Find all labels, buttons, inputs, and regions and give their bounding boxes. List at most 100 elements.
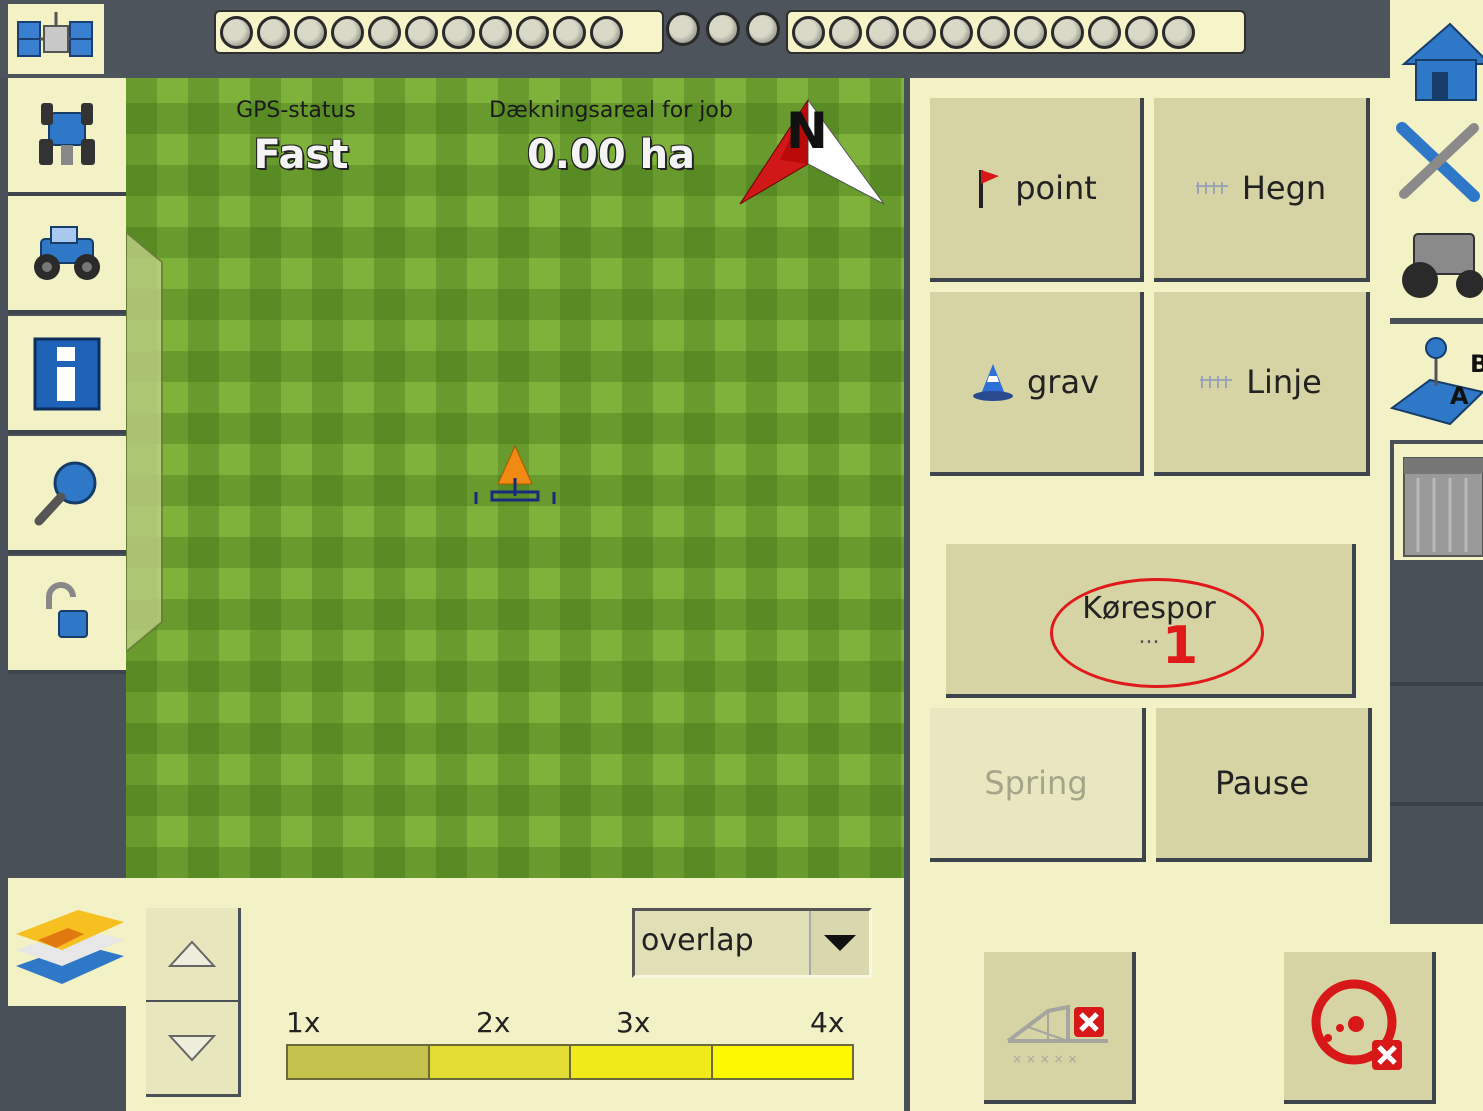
led-indicator bbox=[331, 15, 364, 49]
pause-label: Pause bbox=[1214, 764, 1310, 802]
grav-label: grav bbox=[1026, 363, 1099, 401]
pause-button[interactable]: Pause bbox=[1156, 708, 1372, 862]
led-strip-left bbox=[214, 10, 664, 54]
overlap-scale-bar bbox=[286, 1044, 854, 1080]
unlock-button[interactable] bbox=[8, 556, 126, 674]
fence-icon bbox=[1195, 182, 1228, 194]
linje-label: Linje bbox=[1246, 363, 1322, 401]
field-map[interactable]: GPS-status Fast Dækningsareal for job 0.… bbox=[126, 78, 904, 878]
gps-status-label: GPS-status bbox=[236, 98, 356, 123]
search-icon bbox=[34, 461, 97, 526]
led-indicator bbox=[442, 15, 475, 49]
traffic-cone-icon bbox=[972, 364, 1013, 401]
bottom-action-bar: × × × × × bbox=[910, 924, 1483, 1111]
led-indicator bbox=[977, 15, 1010, 49]
dropdown-arrow-icon bbox=[824, 935, 856, 951]
led-indicator bbox=[553, 15, 586, 49]
layer-select[interactable]: overlap bbox=[632, 908, 872, 978]
vehicle-marker bbox=[470, 442, 560, 512]
tractor-icon bbox=[34, 226, 100, 280]
coverage-label: Dækningsareal for job bbox=[489, 98, 733, 123]
tractor-button[interactable] bbox=[8, 196, 126, 314]
led-indicator bbox=[516, 15, 549, 49]
led-indicator bbox=[590, 15, 623, 49]
layer-panel-spacer bbox=[8, 1006, 126, 1111]
compass-letter: N bbox=[786, 102, 828, 160]
scale-label-4x: 4x bbox=[810, 1006, 845, 1039]
line-icon bbox=[1200, 376, 1233, 388]
clear-boom-button[interactable]: × × × × × bbox=[984, 952, 1136, 1104]
collapse-tab-shape bbox=[125, 229, 163, 655]
scale-segment bbox=[429, 1046, 571, 1078]
compass[interactable]: N bbox=[738, 94, 888, 206]
scroll-down-button[interactable] bbox=[146, 1002, 241, 1097]
point-label: point bbox=[1015, 169, 1097, 207]
svg-text:A: A bbox=[1450, 382, 1469, 410]
layer-select-value: overlap bbox=[641, 923, 754, 958]
sprayer-icon bbox=[1403, 457, 1483, 557]
flag-icon bbox=[979, 170, 1000, 208]
led-indicator bbox=[746, 12, 780, 46]
dropdown-toggle[interactable] bbox=[809, 911, 869, 975]
boom-delete-icon: × × × × × bbox=[1006, 1004, 1108, 1066]
point-button[interactable]: point bbox=[930, 98, 1144, 282]
spring-label: Spring bbox=[984, 764, 1088, 802]
satellite-button[interactable] bbox=[8, 4, 104, 74]
gps-status-value: Fast bbox=[253, 132, 349, 178]
scale-segment bbox=[712, 1046, 852, 1078]
led-indicator bbox=[903, 15, 936, 49]
led-indicator bbox=[829, 15, 862, 49]
layers-icon bbox=[16, 910, 124, 984]
grav-button[interactable]: grav bbox=[930, 292, 1144, 476]
unlock-icon bbox=[46, 582, 88, 638]
right-toolbar-empty bbox=[1390, 564, 1483, 924]
led-indicator bbox=[1125, 15, 1158, 49]
sprayer-button[interactable] bbox=[1394, 444, 1483, 560]
hegn-label: Hegn bbox=[1241, 169, 1327, 207]
led-indicator bbox=[220, 15, 253, 49]
spring-button[interactable]: Spring bbox=[930, 708, 1146, 862]
tools-icon bbox=[1396, 122, 1480, 202]
scale-label-2x: 2x bbox=[476, 1006, 511, 1039]
right-toolbar: A B bbox=[1389, 0, 1483, 924]
linje-button[interactable]: Linje bbox=[1154, 292, 1370, 476]
toolbar-collapse-tab[interactable] bbox=[125, 229, 164, 655]
scale-label-1x: 1x bbox=[286, 1006, 321, 1039]
work-panel: point Hegn grav Linje Kørespor ... Sprin… bbox=[910, 78, 1390, 924]
hegn-button[interactable]: Hegn bbox=[1154, 98, 1370, 282]
scroll-up-button[interactable] bbox=[146, 908, 241, 1003]
led-strip-middle bbox=[666, 12, 780, 46]
led-indicator bbox=[792, 15, 825, 49]
vehicle-arrow-icon bbox=[474, 444, 556, 504]
scale-segment bbox=[571, 1046, 713, 1078]
vehicle-icon bbox=[1402, 233, 1483, 298]
scale-segment bbox=[288, 1046, 430, 1078]
led-indicator bbox=[257, 15, 290, 49]
ab-line-button[interactable]: A B bbox=[1389, 330, 1483, 436]
info-button[interactable] bbox=[8, 316, 126, 434]
led-strip-right bbox=[786, 10, 1246, 54]
top-status-bar bbox=[0, 0, 1390, 78]
svg-text:B: B bbox=[1470, 350, 1483, 378]
annotation-number: 1 bbox=[1162, 616, 1199, 676]
led-indicator bbox=[1088, 15, 1121, 49]
tractor-implement-button[interactable] bbox=[8, 78, 126, 196]
led-indicator bbox=[405, 15, 438, 49]
tools-button[interactable] bbox=[1390, 112, 1483, 206]
home-icon bbox=[1401, 22, 1483, 101]
led-indicator bbox=[940, 15, 973, 49]
satellite-icon bbox=[17, 12, 93, 57]
chevron-down-icon bbox=[167, 1035, 217, 1062]
coverage-value: 0.00 ha bbox=[526, 132, 696, 178]
steering-wheel-delete-icon bbox=[1311, 979, 1402, 1070]
search-button[interactable] bbox=[8, 436, 126, 554]
layers-button[interactable] bbox=[8, 894, 128, 990]
steering-off-button[interactable] bbox=[1284, 952, 1436, 1104]
slot-divider bbox=[1390, 682, 1483, 686]
led-indicator bbox=[866, 15, 899, 49]
led-indicator bbox=[1014, 15, 1047, 49]
vehicle-button[interactable] bbox=[1390, 212, 1483, 308]
ab-line-icon: A B bbox=[1389, 337, 1483, 426]
chevron-up-icon bbox=[167, 940, 217, 967]
home-button[interactable] bbox=[1390, 10, 1483, 106]
